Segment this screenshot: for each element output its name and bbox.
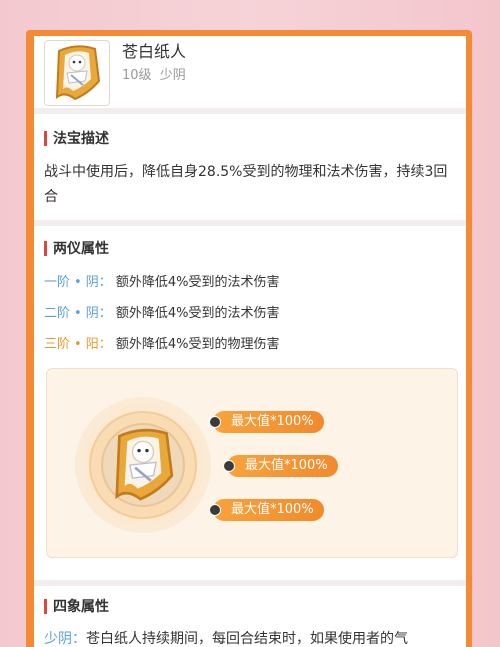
dual-title: 两仪属性 — [53, 241, 109, 257]
four-attribute-text: 少阴：苍白纸人持续期间，每回合结束时，如果使用者的气 — [44, 631, 408, 647]
yin-yang-icon — [209, 416, 221, 428]
item-detail-panel: 苍白纸人 10级 少阴 法宝描述 战斗中使用后，降低自身28.5%受到的物理和法… — [34, 36, 466, 647]
effect-preview-box: 最大值*100% 最大值*100% 最大值*100% — [46, 368, 458, 558]
attribute-level: 一阶 • 阴： — [44, 275, 112, 290]
attribute-text: 额外降低4%受到的法术伤害 — [115, 275, 280, 290]
section-accent-bar — [44, 130, 47, 146]
item-icon-frame — [44, 40, 110, 106]
stat-pill: 最大值*100% — [223, 455, 338, 477]
four-title: 四象属性 — [53, 599, 109, 615]
description-title: 法宝描述 — [53, 131, 109, 147]
item-level: 10级 — [122, 68, 152, 83]
section-accent-bar — [44, 240, 47, 256]
attribute-row: 三阶 • 阳： 额外降低4%受到的物理伤害 — [44, 333, 456, 352]
section-title: 法宝描述 — [44, 128, 456, 148]
paper-doll-icon — [115, 428, 174, 501]
attribute-row: 一阶 • 阴： 额外降低4%受到的法术伤害 — [44, 271, 456, 290]
attribute-text: 额外降低4%受到的物理伤害 — [115, 337, 280, 352]
section-title: 两仪属性 — [44, 238, 456, 258]
attribute-level: 二阶 • 阴： — [44, 306, 112, 321]
stat-pill: 最大值*100% — [209, 411, 324, 433]
paper-doll-icon — [55, 45, 101, 101]
attribute-text: 额外降低4%受到的法术伤害 — [115, 306, 280, 321]
section-accent-bar — [44, 598, 47, 614]
dual-attributes-section: 两仪属性 一阶 • 阴： 额外降低4%受到的法术伤害 二阶 • 阴： 额外降低4%受到的… — [34, 226, 466, 580]
description-text: 战斗中使用后，降低自身28.5%受到的物理和法术伤害，持续3回合 — [44, 164, 448, 205]
item-header: 苍白纸人 10级 少阴 — [34, 36, 466, 108]
description-section: 法宝描述 战斗中使用后，降低自身28.5%受到的物理和法术伤害，持续3回合 — [34, 114, 466, 220]
four-attributes-section: 四象属性 少阴：苍白纸人持续期间，每回合结束时，如果使用者的气 — [34, 586, 466, 647]
item-meta: 10级 少阴 — [122, 64, 186, 83]
attribute-level: 三阶 • 阳： — [44, 337, 112, 352]
yin-yang-icon — [209, 504, 221, 516]
item-name: 苍白纸人 — [122, 42, 187, 61]
section-title: 四象属性 — [44, 596, 456, 616]
stat-pill: 最大值*100% — [209, 499, 324, 521]
attribute-row: 二阶 • 阴： 额外降低4%受到的法术伤害 — [44, 302, 456, 321]
icon-ring — [75, 397, 211, 533]
yin-yang-icon — [223, 460, 235, 472]
item-type: 少阴 — [159, 68, 186, 83]
